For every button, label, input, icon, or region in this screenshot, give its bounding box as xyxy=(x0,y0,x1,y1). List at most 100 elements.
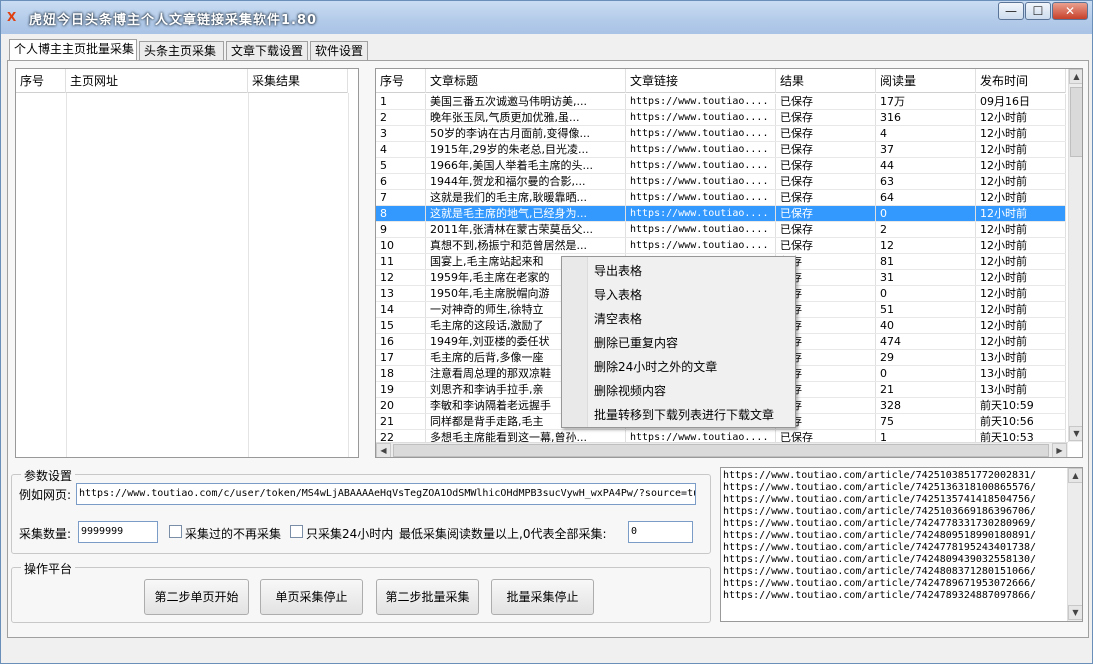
cell-link: https://www.toutiao.... xyxy=(626,94,776,109)
cell-reads: 64 xyxy=(876,190,976,205)
col-link-header[interactable]: 文章链接 xyxy=(626,69,776,93)
cell-link: https://www.toutiao.... xyxy=(626,238,776,253)
cell-time: 12小时前 xyxy=(976,334,1066,349)
col-index-header[interactable]: 序号 xyxy=(16,69,66,93)
tab-software-settings[interactable]: 软件设置 xyxy=(310,41,368,61)
table-row[interactable]: 9 2011年,张清林在蒙古荣莫岳父... https://www.toutiao.… xyxy=(376,222,1066,238)
table-row[interactable]: 10 真想不到,杨振宁和范曾居然是... https://www.toutiao..… xyxy=(376,238,1066,254)
table-row[interactable]: 1 美国三番五次诚邀马伟明访美,... https://www.toutiao...… xyxy=(376,94,1066,110)
cell-title: 1915年,29岁的朱老总,目光凌... xyxy=(426,142,626,157)
cell-reads: 44 xyxy=(876,158,976,173)
cell-title: 这就是毛主席的地气,已经身为... xyxy=(426,206,626,221)
article-table-header: 序号 文章标题 文章链接 结果 阅读量 发布时间 xyxy=(376,69,1066,93)
start-single-page-button[interactable]: 第二步单页开始 xyxy=(144,579,249,615)
cell-time: 12小时前 xyxy=(976,286,1066,301)
menu-export-table[interactable]: 导出表格 xyxy=(594,261,642,281)
cell-result: 已保存 xyxy=(776,110,876,125)
cell-reads: 12 xyxy=(876,238,976,253)
table-row[interactable]: 2 晚年张玉凤,气质更加优雅,虽... https://www.toutiao...… xyxy=(376,110,1066,126)
menu-import-table[interactable]: 导入表格 xyxy=(594,285,642,305)
scroll-thumb[interactable] xyxy=(1070,87,1082,157)
column-divider xyxy=(66,93,67,457)
cell-result: 已保存 xyxy=(776,206,876,221)
cell-title: 晚年张玉凤,气质更加优雅,虽... xyxy=(426,110,626,125)
url-list-box[interactable]: https://www.toutiao.com/article/74251038… xyxy=(720,467,1083,622)
col-time-header[interactable]: 发布时间 xyxy=(976,69,1066,93)
article-table-hscrollbar[interactable]: ◀ ▶ xyxy=(376,442,1068,457)
cell-index: 15 xyxy=(376,318,426,333)
url-line: https://www.toutiao.com/article/74251038… xyxy=(723,470,1037,481)
skip-collected-checkbox[interactable] xyxy=(169,525,182,538)
minimize-button[interactable]: — xyxy=(998,2,1024,20)
scroll-up-icon[interactable]: ▲ xyxy=(1068,468,1082,483)
homepage-table[interactable]: 序号 主页网址 采集结果 xyxy=(15,68,359,458)
cell-index: 18 xyxy=(376,366,426,381)
table-row[interactable]: 7 这就是我们的毛主席,耿暖靠晒... https://www.toutiao...… xyxy=(376,190,1066,206)
min-reads-input[interactable]: 0 xyxy=(628,521,693,543)
cell-time: 09月16日 xyxy=(976,94,1066,109)
col-url-header[interactable]: 主页网址 xyxy=(66,69,248,93)
menu-remove-duplicates[interactable]: 删除已重复内容 xyxy=(594,333,678,353)
table-row[interactable]: 6 1944年,贺龙和福尔曼的合影,... https://www.toutiao.… xyxy=(376,174,1066,190)
cell-reads: 81 xyxy=(876,254,976,269)
close-button[interactable]: ✕ xyxy=(1052,2,1088,20)
col-result-header[interactable]: 采集结果 xyxy=(248,69,348,93)
stop-single-page-button[interactable]: 单页采集停止 xyxy=(260,579,363,615)
col-title-header[interactable]: 文章标题 xyxy=(426,69,626,93)
article-table-scrollbar[interactable]: ▲ ▼ xyxy=(1068,69,1082,442)
table-row[interactable]: 4 1915年,29岁的朱老总,目光凌... https://www.toutiao… xyxy=(376,142,1066,158)
cell-time: 13小时前 xyxy=(976,366,1066,381)
cell-reads: 21 xyxy=(876,382,976,397)
cell-link: https://www.toutiao.... xyxy=(626,222,776,237)
scroll-up-icon[interactable]: ▲ xyxy=(1069,69,1082,84)
table-row[interactable]: 5 1966年,美国人举着毛主席的头... https://www.toutiao.… xyxy=(376,158,1066,174)
cell-reads: 0 xyxy=(876,366,976,381)
start-batch-button[interactable]: 第二步批量采集 xyxy=(376,579,479,615)
hscroll-thumb[interactable] xyxy=(393,444,1049,457)
cell-index: 20 xyxy=(376,398,426,413)
url-list-scrollbar[interactable]: ▲ ▼ xyxy=(1067,468,1082,621)
url-line: https://www.toutiao.com/article/74248095… xyxy=(723,530,1037,541)
stop-batch-button[interactable]: 批量采集停止 xyxy=(491,579,594,615)
cell-index: 17 xyxy=(376,350,426,365)
cell-result: 已保存 xyxy=(776,222,876,237)
cell-reads: 37 xyxy=(876,142,976,157)
scroll-left-icon[interactable]: ◀ xyxy=(376,443,391,457)
menu-clear-table[interactable]: 清空表格 xyxy=(594,309,642,329)
tab-blogger-batch[interactable]: 个人博主主页批量采集 xyxy=(9,39,137,61)
homepage-table-header: 序号 主页网址 采集结果 xyxy=(16,69,348,93)
title-bar: X 虎妞今日头条博主个人文章链接采集软件1.80 — ☐ ✕ xyxy=(1,1,1092,34)
tab-homepage[interactable]: 头条主页采集 xyxy=(139,41,224,61)
tab-download-settings[interactable]: 文章下载设置 xyxy=(226,41,308,61)
cell-reads: 0 xyxy=(876,286,976,301)
cell-index: 11 xyxy=(376,254,426,269)
col-index-header[interactable]: 序号 xyxy=(376,69,426,93)
table-row[interactable]: 3 50岁的李讷在古月面前,变得像... https://www.toutiao..… xyxy=(376,126,1066,142)
cell-title: 1966年,美国人举着毛主席的头... xyxy=(426,158,626,173)
menu-move-to-download[interactable]: 批量转移到下载列表进行下载文章 xyxy=(594,405,774,425)
cell-index: 10 xyxy=(376,238,426,253)
cell-title: 2011年,张清林在蒙古荣莫岳父... xyxy=(426,222,626,237)
only-24h-label: 只采集24小时内 xyxy=(306,527,394,541)
url-line: https://www.toutiao.com/article/74247783… xyxy=(723,518,1037,529)
col-result-header[interactable]: 结果 xyxy=(776,69,876,93)
maximize-button[interactable]: ☐ xyxy=(1025,2,1051,20)
example-url-input[interactable]: https://www.toutiao.com/c/user/token/MS4… xyxy=(76,483,696,505)
col-reads-header[interactable]: 阅读量 xyxy=(876,69,976,93)
cell-result: 已保存 xyxy=(776,190,876,205)
only-24h-checkbox[interactable] xyxy=(290,525,303,538)
table-row[interactable]: 8 这就是毛主席的地气,已经身为... https://www.toutiao...… xyxy=(376,206,1066,222)
scroll-down-icon[interactable]: ▼ xyxy=(1069,426,1082,441)
scroll-down-icon[interactable]: ▼ xyxy=(1068,605,1082,620)
cell-index: 14 xyxy=(376,302,426,317)
count-label: 采集数量: xyxy=(19,527,72,541)
cell-reads: 328 xyxy=(876,398,976,413)
count-input[interactable]: 9999999 xyxy=(78,521,158,543)
context-menu-gutter xyxy=(562,257,588,427)
cell-time: 12小时前 xyxy=(976,158,1066,173)
cell-index: 3 xyxy=(376,126,426,141)
menu-remove-videos[interactable]: 删除视频内容 xyxy=(594,381,666,401)
cell-title: 这就是我们的毛主席,耿暖靠晒... xyxy=(426,190,626,205)
scroll-right-icon[interactable]: ▶ xyxy=(1052,443,1067,457)
menu-remove-old-articles[interactable]: 删除24小时之外的文章 xyxy=(594,357,717,377)
